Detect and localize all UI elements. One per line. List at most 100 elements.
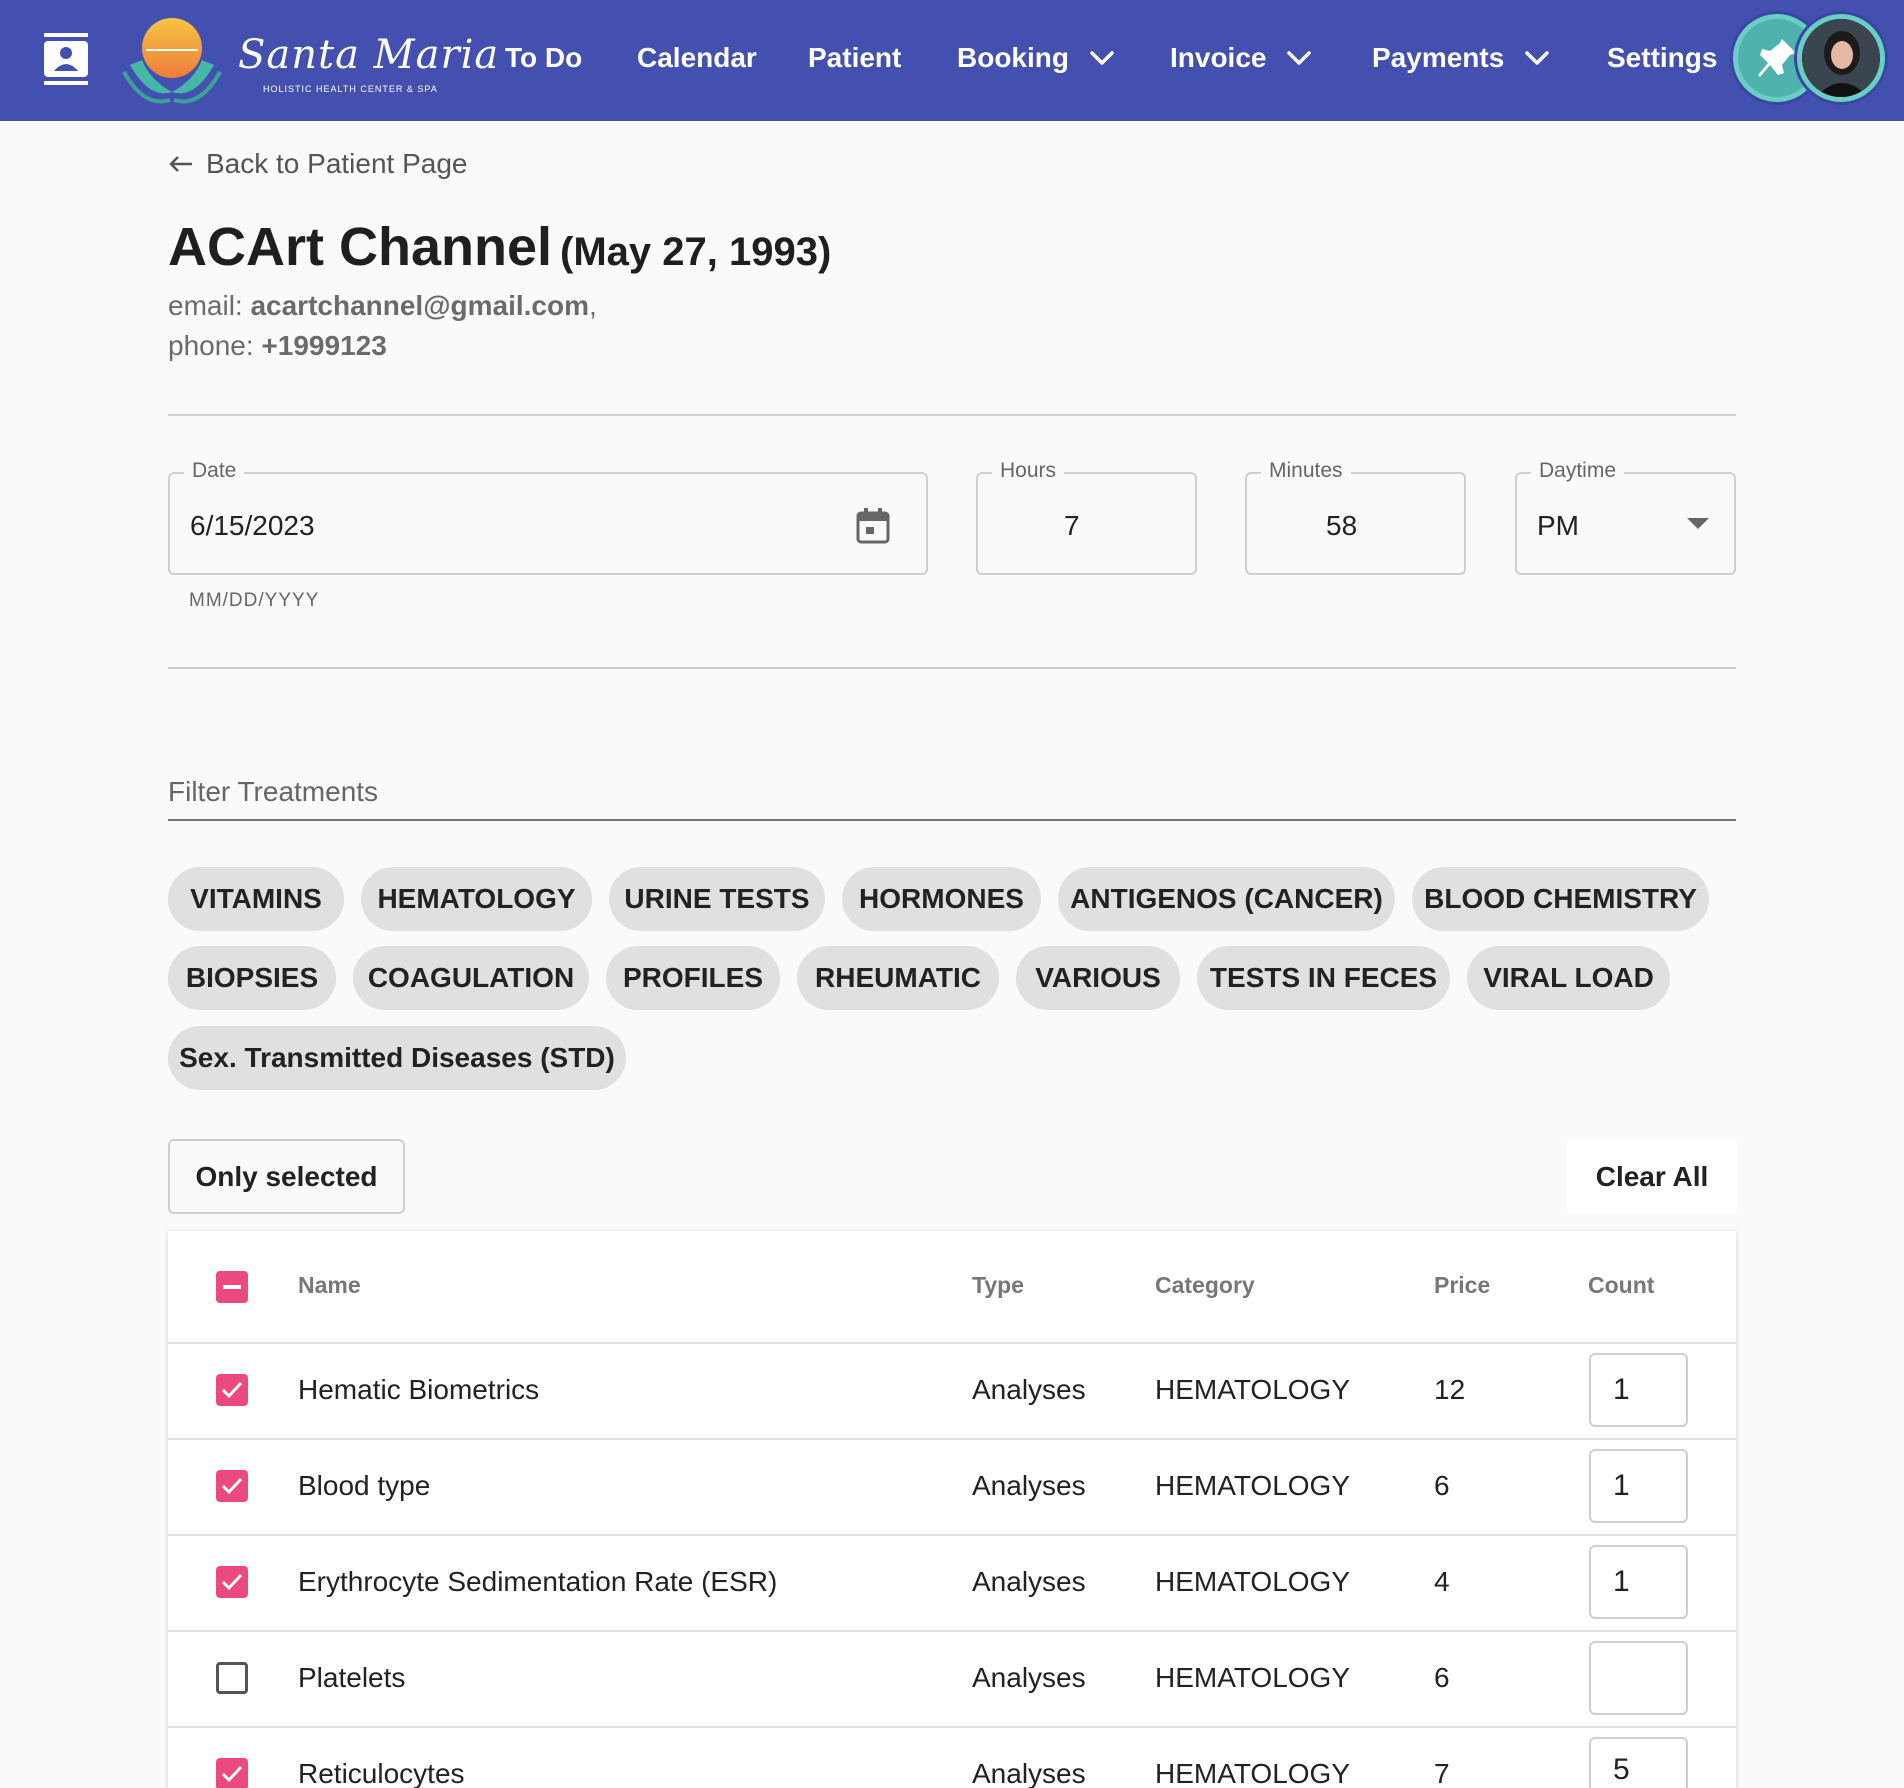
chevron-down-icon <box>1090 51 1114 65</box>
row-price: 6 <box>1434 1662 1450 1693</box>
filter-underline <box>168 819 1736 821</box>
only-selected-button[interactable]: Only selected <box>168 1139 405 1214</box>
nav-calendar-label: Calendar <box>637 42 757 73</box>
chip-vitamins[interactable]: VITAMINS <box>168 867 344 931</box>
user-avatar[interactable] <box>1797 14 1885 102</box>
row-count-input[interactable] <box>1589 1641 1688 1715</box>
chip-hematology[interactable]: HEMATOLOGY <box>361 867 592 931</box>
row-checkbox[interactable] <box>216 1374 248 1406</box>
daytime-select[interactable]: Daytime PM <box>1515 459 1736 575</box>
filter-treatments-input[interactable]: Filter Treatments <box>168 776 378 808</box>
chip-tests-in-feces[interactable]: TESTS IN FECES <box>1197 946 1450 1010</box>
nav-calendar[interactable]: Calendar <box>637 38 757 78</box>
select-all-checkbox[interactable] <box>216 1271 248 1303</box>
nav-todo[interactable]: To Do <box>505 38 582 78</box>
col-header-count[interactable]: Count <box>1588 1272 1654 1299</box>
hours-value: 7 <box>1064 510 1080 541</box>
patient-name: ACArt Channel <box>168 217 553 277</box>
row-type: Analyses <box>972 1662 1086 1693</box>
row-category: HEMATOLOGY <box>1155 1662 1351 1693</box>
row-name: Hematic Biometrics <box>298 1374 540 1405</box>
nav-patient-label: Patient <box>808 42 902 73</box>
nav-patient[interactable]: Patient <box>808 38 901 78</box>
row-category: HEMATOLOGY <box>1155 1758 1351 1788</box>
patient-dob: (May 27, 1993) <box>560 230 832 274</box>
nav-payments[interactable]: Payments <box>1372 38 1550 78</box>
back-to-patient-link[interactable]: Back to Patient Page <box>168 148 468 180</box>
patient-email-line: email: acartchannel@gmail.com, <box>168 290 597 322</box>
row-checkbox[interactable] <box>216 1470 248 1502</box>
nav-booking-label: Booking <box>957 42 1069 73</box>
col-header-name[interactable]: Name <box>298 1272 361 1299</box>
calendar-icon[interactable] <box>856 508 890 544</box>
row-divider <box>168 1726 1736 1728</box>
col-header-type[interactable]: Type <box>972 1272 1024 1299</box>
row-divider <box>168 1534 1736 1536</box>
row-name: Reticulocytes <box>298 1758 465 1788</box>
check-icon <box>221 1573 243 1591</box>
patient-email: acartchannel@gmail.com <box>250 290 589 321</box>
chip-urine-tests[interactable]: URINE TESTS <box>609 867 825 931</box>
row-divider <box>168 1630 1736 1632</box>
col-header-price[interactable]: Price <box>1434 1272 1490 1299</box>
nav-settings-label: Settings <box>1607 42 1718 73</box>
santa-maria-logo[interactable]: Santa Maria HOLISTIC HEALTH CENTER & SPA <box>120 10 498 110</box>
email-label: email: <box>168 290 251 321</box>
clear-all-button[interactable]: Clear All <box>1567 1139 1737 1214</box>
minutes-label: Minutes <box>1261 459 1351 483</box>
hours-field[interactable]: Hours 7 <box>976 459 1197 575</box>
top-navbar: Santa Maria HOLISTIC HEALTH CENTER & SPA… <box>0 0 1904 121</box>
chip-biopsies[interactable]: BIOPSIES <box>168 946 336 1010</box>
row-count-input[interactable]: 5 <box>1589 1737 1688 1788</box>
contacts-icon[interactable] <box>44 33 88 85</box>
chip-coagulation[interactable]: COAGULATION <box>353 946 589 1010</box>
nav-invoice-label: Invoice <box>1170 42 1267 73</box>
logo-name: Santa Maria <box>238 32 500 78</box>
chip-std[interactable]: Sex. Transmitted Diseases (STD) <box>168 1026 626 1090</box>
nav-invoice[interactable]: Invoice <box>1170 38 1312 78</box>
avatar-photo <box>1802 19 1880 97</box>
row-count-input[interactable]: 1 <box>1589 1449 1688 1523</box>
row-checkbox[interactable] <box>216 1758 248 1788</box>
chip-viral-load[interactable]: VIRAL LOAD <box>1467 946 1670 1010</box>
divider <box>168 667 1736 669</box>
chevron-down-icon <box>1525 51 1550 65</box>
chip-antigenos-cancer[interactable]: ANTIGENOS (CANCER) <box>1058 867 1395 931</box>
row-category: HEMATOLOGY <box>1155 1566 1351 1597</box>
row-price: 6 <box>1434 1470 1450 1501</box>
row-category: HEMATOLOGY <box>1155 1374 1351 1405</box>
row-name: Blood type <box>298 1470 431 1501</box>
patient-name-heading: ACArt Channel (May 27, 1993) <box>168 216 831 278</box>
row-price: 12 <box>1434 1374 1466 1405</box>
email-suffix: , <box>589 290 597 321</box>
chip-hormones[interactable]: HORMONES <box>842 867 1041 931</box>
chip-profiles[interactable]: PROFILES <box>606 946 780 1010</box>
minus-icon <box>223 1285 241 1289</box>
date-field[interactable]: Date 6/15/2023 <box>168 459 928 575</box>
chip-various[interactable]: VARIOUS <box>1016 946 1180 1010</box>
minutes-value: 58 <box>1326 510 1358 541</box>
chip-blood-chemistry[interactable]: BLOOD CHEMISTRY <box>1412 867 1709 931</box>
row-category: HEMATOLOGY <box>1155 1470 1351 1501</box>
dropdown-arrow-icon <box>1687 518 1709 529</box>
patient-phone-line: phone: +1999123 <box>168 330 387 362</box>
divider <box>168 414 1736 416</box>
row-checkbox[interactable] <box>216 1566 248 1598</box>
row-checkbox[interactable] <box>216 1662 248 1694</box>
chip-rheumatic[interactable]: RHEUMATIC <box>797 946 999 1010</box>
date-format-hint: MM/DD/YYYY <box>189 590 320 611</box>
row-price: 4 <box>1434 1566 1450 1597</box>
nav-payments-label: Payments <box>1372 42 1505 73</box>
row-count-input[interactable]: 1 <box>1589 1545 1688 1619</box>
minutes-field[interactable]: Minutes 58 <box>1245 459 1466 575</box>
date-label: Date <box>184 459 245 483</box>
row-count-input[interactable]: 1 <box>1589 1353 1688 1427</box>
treatments-table <box>168 1231 1736 1788</box>
row-divider <box>168 1438 1736 1440</box>
nav-booking[interactable]: Booking <box>957 38 1115 78</box>
col-header-category[interactable]: Category <box>1155 1272 1255 1299</box>
nav-settings[interactable]: Settings <box>1607 38 1717 78</box>
check-icon <box>221 1381 243 1399</box>
row-type: Analyses <box>972 1566 1086 1597</box>
check-icon <box>221 1477 243 1495</box>
